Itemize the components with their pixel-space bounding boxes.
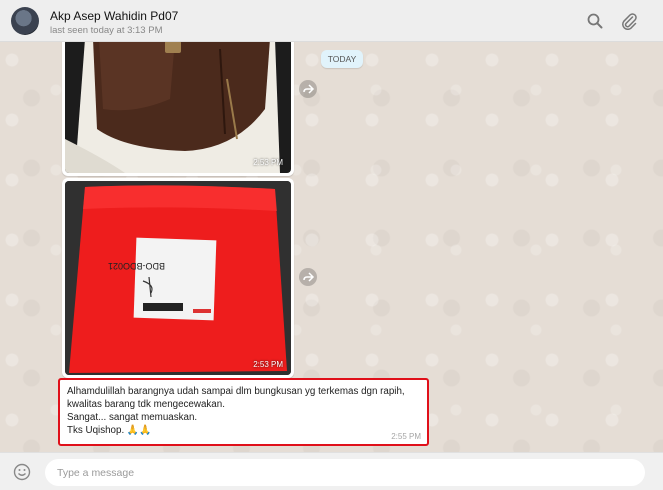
search-icon[interactable] bbox=[586, 12, 604, 30]
attach-icon[interactable] bbox=[620, 12, 638, 31]
message-time: 2:53 PM bbox=[253, 158, 283, 167]
forward-icon[interactable] bbox=[299, 268, 317, 286]
contact-name[interactable]: Akp Asep Wahidin Pd07 bbox=[50, 9, 178, 23]
text-message[interactable]: Alhamdulillah barangnya udah sampai dlm … bbox=[58, 378, 429, 446]
chat-header: Akp Asep Wahidin Pd07 last seen today at… bbox=[0, 0, 663, 42]
image-message-bag[interactable]: 2:53 PM bbox=[62, 42, 294, 176]
last-seen-status: last seen today at 3:13 PM bbox=[50, 25, 163, 36]
message-line: Tks Uqishop. 🙏🙏 bbox=[67, 425, 152, 436]
emoji-icon[interactable] bbox=[13, 463, 31, 481]
message-time: 2:53 PM bbox=[253, 360, 283, 369]
message-line: Alhamdulillah barangnya udah sampai dlm … bbox=[67, 386, 405, 397]
bag-photo[interactable]: 2:53 PM bbox=[65, 42, 291, 173]
date-divider: TODAY bbox=[321, 50, 363, 68]
composer-bar bbox=[0, 452, 663, 490]
message-line: Sangat... sangat memuaskan. bbox=[67, 412, 198, 423]
message-line: kwalitas barang tdk mengecewakan. bbox=[67, 399, 225, 410]
message-time: 2:55 PM bbox=[391, 432, 421, 441]
forward-icon[interactable] bbox=[299, 80, 317, 98]
parcel-photo[interactable]: BDO-BDO021 2:53 PM bbox=[65, 181, 291, 375]
chat-panel[interactable]: TODAY 2:53 PM BDO-BDO021 2:53 PM Alhamdu… bbox=[0, 42, 663, 452]
message-input[interactable] bbox=[45, 459, 645, 486]
image-message-parcel[interactable]: BDO-BDO021 2:53 PM bbox=[62, 178, 294, 378]
parcel-label-code: BDO-BDO021 bbox=[108, 261, 165, 271]
avatar[interactable] bbox=[11, 7, 39, 35]
